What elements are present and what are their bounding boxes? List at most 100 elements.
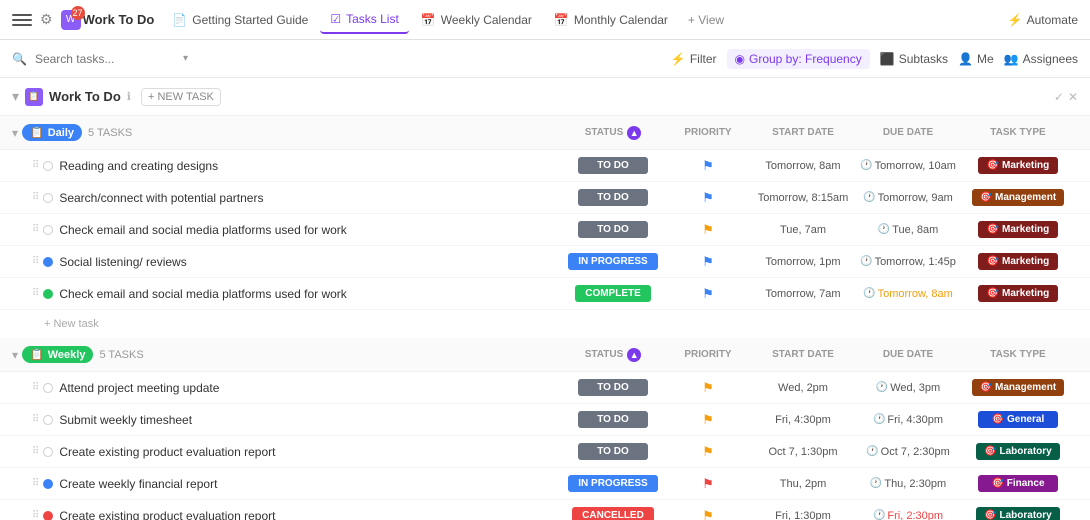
gear-icon[interactable]: ⚙: [40, 11, 53, 28]
group-daily-badge[interactable]: 📋 Daily: [22, 124, 82, 141]
type-badge: 🎯 Marketing: [978, 253, 1058, 270]
task-status[interactable]: TO DO: [558, 221, 668, 238]
close-icon: ✕: [1068, 90, 1078, 104]
task-status[interactable]: IN PROGRESS: [558, 475, 668, 492]
clock-icon: 🕐: [878, 224, 890, 235]
group-weekly-badge[interactable]: 📋 Weekly: [22, 346, 93, 363]
assignees-button[interactable]: 👥 Assignees: [1004, 52, 1078, 66]
type-badge: 🎯 Management: [972, 189, 1064, 206]
group-weekly-collapse[interactable]: ▾: [12, 348, 18, 362]
task-status[interactable]: COMPLETE: [558, 285, 668, 302]
col-header-start: START DATE: [748, 127, 858, 138]
drag-handle[interactable]: ⠿: [32, 478, 39, 489]
task-priority[interactable]: ⚑: [668, 380, 748, 396]
task-color-dot: [43, 447, 53, 457]
status-badge[interactable]: TO DO: [578, 157, 648, 174]
task-status[interactable]: TO DO: [558, 157, 668, 174]
task-status[interactable]: TO DO: [558, 411, 668, 428]
task-start-date: Tomorrow, 8am: [748, 160, 858, 172]
drag-handle[interactable]: ⠿: [32, 256, 39, 267]
task-start-date: Oct 7, 1:30pm: [748, 446, 858, 458]
status-badge[interactable]: IN PROGRESS: [568, 475, 657, 492]
task-type: 🎯 Marketing: [958, 253, 1078, 270]
hamburger-menu[interactable]: [12, 10, 32, 30]
task-priority[interactable]: ⚑: [668, 508, 748, 520]
task-color-dot: [43, 193, 53, 203]
status-badge[interactable]: TO DO: [578, 411, 648, 428]
drag-handle[interactable]: ⠿: [32, 288, 39, 299]
task-row[interactable]: ⠿ Check email and social media platforms…: [0, 278, 1090, 310]
task-priority[interactable]: ⚑: [668, 412, 748, 428]
task-color-dot: [43, 479, 53, 489]
task-row[interactable]: ⠿ Search/connect with potential partners…: [0, 182, 1090, 214]
task-priority[interactable]: ⚑: [668, 444, 748, 460]
task-due-date: 🕐 Tomorrow, 10am: [858, 160, 958, 172]
status-badge[interactable]: TO DO: [578, 379, 648, 396]
task-status[interactable]: TO DO: [558, 443, 668, 460]
drag-handle[interactable]: ⠿: [32, 160, 39, 171]
task-status[interactable]: TO DO: [558, 189, 668, 206]
col-header-due: DUE DATE: [858, 127, 958, 138]
info-icon[interactable]: ℹ: [127, 90, 131, 103]
add-view-button[interactable]: + View: [680, 7, 732, 33]
col-header-priority: PRIORITY: [668, 127, 748, 138]
task-priority[interactable]: ⚑: [668, 222, 748, 238]
task-name: Submit weekly timesheet: [59, 413, 558, 427]
task-row[interactable]: ⠿ Social listening/ reviews IN PROGRESS …: [0, 246, 1090, 278]
task-row[interactable]: ⠿ Create existing product evaluation rep…: [0, 436, 1090, 468]
task-type: 🎯 Finance: [958, 475, 1078, 492]
nav-tabs: 📄 Getting Started Guide ☑ Tasks List 📅 W…: [162, 6, 732, 34]
search-chevron-icon[interactable]: ▾: [183, 53, 188, 64]
status-badge[interactable]: COMPLETE: [575, 285, 651, 302]
task-status[interactable]: TO DO: [558, 379, 668, 396]
me-button[interactable]: 👤 Me: [958, 52, 994, 66]
drag-handle[interactable]: ⠿: [32, 510, 39, 520]
status-sort-icon-weekly[interactable]: ▲: [627, 348, 641, 362]
tab-tasks-list[interactable]: ☑ Tasks List: [320, 6, 408, 34]
task-priority[interactable]: ⚑: [668, 190, 748, 206]
drag-handle[interactable]: ⠿: [32, 192, 39, 203]
task-priority[interactable]: ⚑: [668, 476, 748, 492]
drag-handle[interactable]: ⠿: [32, 224, 39, 235]
status-badge[interactable]: IN PROGRESS: [568, 253, 657, 270]
add-daily-task[interactable]: + New task: [0, 310, 1090, 338]
tab-weekly-calendar[interactable]: 📅 Weekly Calendar: [411, 7, 542, 33]
subtasks-button[interactable]: ⬛ Subtasks: [880, 52, 948, 66]
task-priority[interactable]: ⚑: [668, 286, 748, 302]
task-priority[interactable]: ⚑: [668, 158, 748, 174]
task-row[interactable]: ⠿ Attend project meeting update TO DO ⚑ …: [0, 372, 1090, 404]
task-due-date: 🕐 Wed, 3pm: [858, 382, 958, 394]
task-priority[interactable]: ⚑: [668, 254, 748, 270]
group-by-button[interactable]: ◉ Group by: Frequency: [727, 49, 870, 69]
tab-getting-started[interactable]: 📄 Getting Started Guide: [162, 7, 318, 33]
task-start-date: Tomorrow, 7am: [748, 288, 858, 300]
tab-monthly-calendar[interactable]: 📅 Monthly Calendar: [544, 7, 678, 33]
task-status[interactable]: IN PROGRESS: [558, 253, 668, 270]
status-badge[interactable]: TO DO: [578, 221, 648, 238]
task-type: 🎯 Laboratory: [958, 443, 1078, 460]
task-due-date: 🕐 Tomorrow, 8am: [858, 288, 958, 300]
task-row[interactable]: ⠿ Create weekly financial report IN PROG…: [0, 468, 1090, 500]
automate-button[interactable]: ⚡ Automate: [1008, 13, 1078, 27]
drag-handle[interactable]: ⠿: [32, 446, 39, 457]
group-daily-collapse[interactable]: ▾: [12, 126, 18, 140]
clock-icon: 🕐: [876, 382, 888, 393]
type-badge: 🎯 General: [978, 411, 1058, 428]
status-sort-icon[interactable]: ▲: [627, 126, 641, 140]
priority-flag-icon: ⚑: [702, 286, 714, 302]
project-collapse-button[interactable]: ▾: [12, 88, 19, 105]
task-row[interactable]: ⠿ Reading and creating designs TO DO ⚑ T…: [0, 150, 1090, 182]
status-badge[interactable]: TO DO: [578, 189, 648, 206]
status-badge[interactable]: TO DO: [578, 443, 648, 460]
task-color-dot: [43, 415, 53, 425]
drag-handle[interactable]: ⠿: [32, 414, 39, 425]
status-badge[interactable]: CANCELLED: [572, 507, 654, 520]
search-input[interactable]: [35, 52, 175, 66]
task-row[interactable]: ⠿ Check email and social media platforms…: [0, 214, 1090, 246]
task-row[interactable]: ⠿ Submit weekly timesheet TO DO ⚑ Fri, 4…: [0, 404, 1090, 436]
task-row[interactable]: ⠿ Create existing product evaluation rep…: [0, 500, 1090, 520]
drag-handle[interactable]: ⠿: [32, 382, 39, 393]
task-status[interactable]: CANCELLED: [558, 507, 668, 520]
new-task-button[interactable]: + NEW TASK: [141, 88, 221, 106]
filter-button[interactable]: ⚡ Filter: [671, 52, 717, 66]
